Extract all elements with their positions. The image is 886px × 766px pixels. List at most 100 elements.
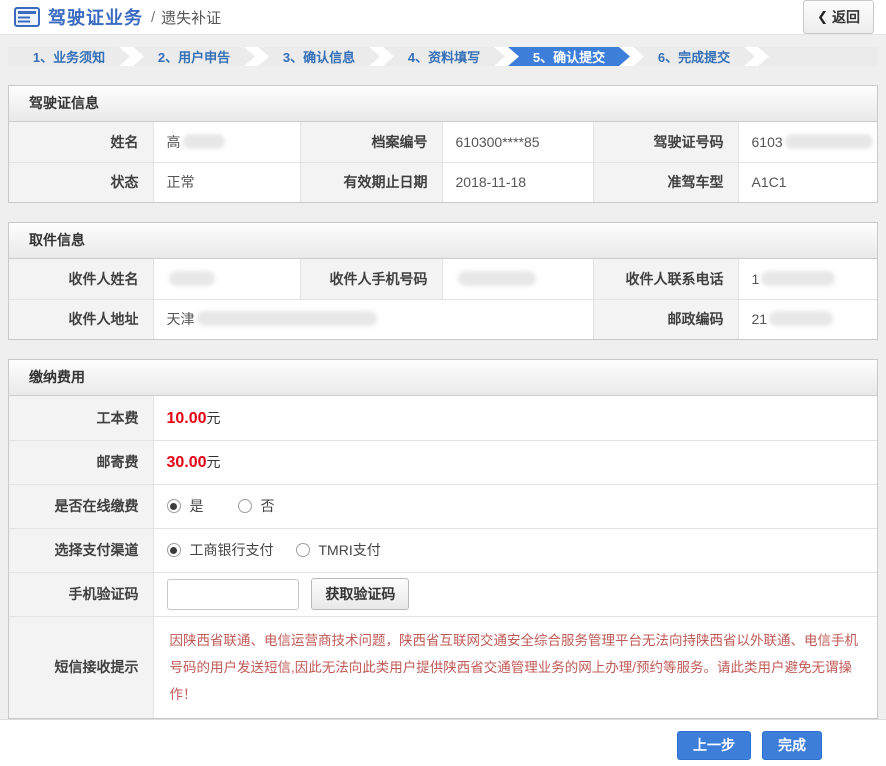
page: 驾驶证业务 / 遗失补证 ❮ 返回 1、业务须知 2、用户申告 3、确认信息 4… <box>0 0 886 766</box>
radio-label: 否 <box>261 496 275 516</box>
step-3-confirm-info[interactable]: 3、确认信息 <box>258 47 380 66</box>
field-label: 邮寄费 <box>9 440 153 484</box>
step-label: 4、资料填写 <box>408 47 480 66</box>
step-4-fill-data[interactable]: 4、资料填写 <box>383 47 505 66</box>
table-row: 选择支付渠道 工商银行支付 TMRI支付 <box>9 528 877 572</box>
radio-icon <box>167 543 181 557</box>
radio-label: TMRI支付 <box>319 540 381 560</box>
sms-code-input[interactable] <box>167 579 299 610</box>
field-label: 状态 <box>9 162 153 202</box>
step-label: 6、完成提交 <box>658 47 730 66</box>
field-value-license-no: 6103 <box>738 122 877 162</box>
radio-icon <box>167 499 181 513</box>
field-label: 收件人手机号码 <box>300 259 442 299</box>
page-title: 驾驶证业务 <box>48 4 143 30</box>
radio-label: 是 <box>190 496 204 516</box>
pickup-info-table: 收件人姓名 收件人手机号码 收件人联系电话 1 收件人地址 天津 邮政编码 21 <box>9 259 877 339</box>
table-row: 收件人姓名 收件人手机号码 收件人联系电话 1 <box>9 259 877 299</box>
previous-step-button[interactable]: 上一步 <box>677 731 751 760</box>
step-bar-filler <box>758 47 878 66</box>
field-value-file-no: 610300****85 <box>442 122 593 162</box>
radio-icon <box>296 543 310 557</box>
radio-channel-icbc[interactable]: 工商银行支付 <box>167 540 274 560</box>
step-label: 3、确认信息 <box>283 47 355 66</box>
table-row: 是否在线缴费 是 否 <box>9 484 877 528</box>
field-value-status: 正常 <box>153 162 300 202</box>
table-row: 状态 正常 有效期止日期 2018-11-18 准驾车型 A1C1 <box>9 162 877 202</box>
currency-unit: 元 <box>207 410 221 426</box>
radio-icon <box>238 499 252 513</box>
field-label: 有效期止日期 <box>300 162 442 202</box>
field-value-recipient-phone: 1 <box>738 259 877 299</box>
sms-notice-text: 因陕西省联通、电信运营商技术问题，陕西省互联网交通安全综合服务管理平台无法向持陕… <box>170 627 860 708</box>
step-label: 2、用户申告 <box>158 47 230 66</box>
payment-channel-options: 工商银行支付 TMRI支付 <box>153 528 877 572</box>
payment-table: 工本费 10.00元 邮寄费 30.00元 是否在线缴费 是 否 选择支付渠道 <box>9 396 877 718</box>
header: 驾驶证业务 / 遗失补证 ❮ 返回 <box>0 0 886 35</box>
done-button[interactable]: 完成 <box>762 731 822 760</box>
back-button[interactable]: ❮ 返回 <box>803 0 874 34</box>
field-label: 收件人联系电话 <box>593 259 738 299</box>
field-label: 邮政编码 <box>593 299 738 339</box>
step-2-declaration[interactable]: 2、用户申告 <box>133 47 255 66</box>
step-1-notice[interactable]: 1、业务须知 <box>8 47 130 66</box>
redaction-blur <box>169 271 215 286</box>
license-info-table: 姓名 高 档案编号 610300****85 驾驶证号码 6103 状态 正常 … <box>9 122 877 202</box>
table-row: 姓名 高 档案编号 610300****85 驾驶证号码 6103 <box>9 122 877 162</box>
online-pay-options: 是 否 <box>153 484 877 528</box>
step-6-complete[interactable]: 6、完成提交 <box>633 47 755 66</box>
field-value-mail-fee: 30.00元 <box>153 440 877 484</box>
table-row: 手机验证码 获取验证码 <box>9 572 877 616</box>
redaction-blur <box>183 134 225 149</box>
field-label: 工本费 <box>9 396 153 440</box>
sms-notice-cell: 因陕西省联通、电信运营商技术问题，陕西省互联网交通安全综合服务管理平台无法向持陕… <box>153 616 877 718</box>
step-5-confirm-submit[interactable]: 5、确认提交 <box>508 47 630 66</box>
field-value-vehicle-class: A1C1 <box>738 162 877 202</box>
field-label: 是否在线缴费 <box>9 484 153 528</box>
license-info-panel: 驾驶证信息 姓名 高 档案编号 610300****85 驾驶证号码 6103 … <box>8 85 878 203</box>
radio-online-pay-yes[interactable]: 是 <box>167 496 204 516</box>
redaction-blur <box>761 271 835 286</box>
field-label: 收件人地址 <box>9 299 153 339</box>
table-row: 收件人地址 天津 邮政编码 21 <box>9 299 877 339</box>
field-label: 准驾车型 <box>593 162 738 202</box>
step-wizard: 1、业务须知 2、用户申告 3、确认信息 4、资料填写 5、确认提交 6、完成提… <box>8 47 878 66</box>
breadcrumb-current: 遗失补证 <box>161 7 221 28</box>
mail-fee-amount: 30.00 <box>167 454 207 471</box>
pickup-info-panel: 取件信息 收件人姓名 收件人手机号码 收件人联系电话 1 收件人地址 天津 邮政… <box>8 222 878 340</box>
field-value-recipient-name <box>153 259 300 299</box>
field-label: 姓名 <box>9 122 153 162</box>
field-label: 收件人姓名 <box>9 259 153 299</box>
field-value-name: 高 <box>153 122 300 162</box>
field-value-postal-code: 21 <box>738 299 877 339</box>
radio-channel-tmri[interactable]: TMRI支付 <box>296 540 381 560</box>
get-code-button[interactable]: 获取验证码 <box>311 578 409 610</box>
currency-unit: 元 <box>207 454 221 470</box>
field-label: 档案编号 <box>300 122 442 162</box>
work-fee-amount: 10.00 <box>167 410 207 427</box>
radio-online-pay-no[interactable]: 否 <box>238 496 275 516</box>
back-button-label: 返回 <box>832 7 860 27</box>
back-chevron-icon: ❮ <box>817 9 828 25</box>
redaction-blur <box>785 134 873 149</box>
field-value-recipient-mobile <box>442 259 593 299</box>
field-label: 驾驶证号码 <box>593 122 738 162</box>
redaction-blur <box>458 271 536 286</box>
field-label: 选择支付渠道 <box>9 528 153 572</box>
sms-code-row: 获取验证码 <box>153 572 877 616</box>
step-label: 5、确认提交 <box>533 47 605 66</box>
payment-panel: 缴纳费用 工本费 10.00元 邮寄费 30.00元 是否在线缴费 是 否 <box>8 359 878 719</box>
breadcrumb-separator: / <box>151 9 155 26</box>
step-label: 1、业务须知 <box>33 47 105 66</box>
pickup-info-title: 取件信息 <box>9 223 877 259</box>
table-row: 工本费 10.00元 <box>9 396 877 440</box>
field-value-valid-until: 2018-11-18 <box>442 162 593 202</box>
payment-title: 缴纳费用 <box>9 360 877 396</box>
redaction-blur <box>197 311 377 326</box>
radio-label: 工商银行支付 <box>190 540 274 560</box>
license-info-title: 驾驶证信息 <box>9 86 877 122</box>
field-value-recipient-address: 天津 <box>153 299 593 339</box>
field-label: 手机验证码 <box>9 572 153 616</box>
field-value-work-fee: 10.00元 <box>153 396 877 440</box>
table-row: 邮寄费 30.00元 <box>9 440 877 484</box>
